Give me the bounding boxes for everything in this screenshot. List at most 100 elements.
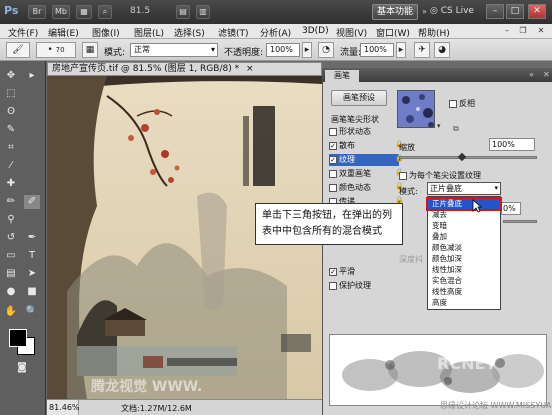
checkbox-invert[interactable] bbox=[449, 99, 457, 108]
tab-brush[interactable]: 画笔 bbox=[325, 70, 359, 82]
clone-stamp-tool-icon[interactable]: ⚲ bbox=[3, 213, 19, 227]
zoom-level[interactable]: 81.5 bbox=[130, 6, 150, 16]
menu-image[interactable]: 图像(I) bbox=[92, 26, 120, 39]
bridge-button[interactable]: Br bbox=[28, 5, 46, 19]
menu-view[interactable]: 视图(V) bbox=[336, 26, 367, 39]
checkbox-dual-brush[interactable] bbox=[329, 169, 337, 178]
zoom-tool-icon[interactable]: ⌕ bbox=[98, 5, 112, 19]
texture-pattern-picker[interactable] bbox=[397, 90, 435, 128]
option-smoothing[interactable]: ✓ 平滑 bbox=[329, 266, 399, 278]
opacity-input[interactable]: 100% bbox=[266, 43, 300, 57]
menu-help[interactable]: 帮助(H) bbox=[418, 26, 450, 39]
brush-picker[interactable]: • 70 bbox=[36, 42, 76, 58]
panel-collapse-icon[interactable]: » bbox=[529, 70, 534, 79]
blend-mode-option[interactable]: 线性加深 bbox=[428, 265, 500, 275]
crop-tool-icon[interactable]: ⌗ bbox=[3, 141, 19, 155]
workspace-chevron-icon[interactable]: » bbox=[422, 7, 427, 16]
quick-select-tool-icon[interactable]: ✎ bbox=[3, 123, 19, 137]
tablet-size-icon[interactable]: ◕ bbox=[434, 42, 450, 58]
brush-tool-preset-icon[interactable]: 🖌 bbox=[6, 42, 30, 58]
airbrush-icon[interactable]: ✈ bbox=[414, 42, 430, 58]
scale-input[interactable]: 100% bbox=[489, 138, 535, 151]
healing-tool-icon[interactable]: ✚ bbox=[3, 177, 19, 191]
checkbox-scattering[interactable]: ✓ bbox=[329, 141, 337, 150]
artboard-icon[interactable]: ▸ bbox=[24, 69, 40, 83]
maximize-button[interactable]: □ bbox=[506, 4, 524, 19]
option-texture[interactable]: ✓ 纹理 bbox=[329, 154, 399, 166]
lasso-tool-icon[interactable]: ʘ bbox=[3, 105, 19, 119]
blend-mode-option[interactable]: 颜色加深 bbox=[428, 254, 500, 264]
cs-live-button[interactable]: ◎ CS Live bbox=[430, 6, 474, 16]
pen-tool-icon[interactable]: ✒ bbox=[24, 231, 40, 245]
scale-slider[interactable] bbox=[399, 156, 537, 159]
option-scattering[interactable]: ✓ 散布 bbox=[329, 140, 399, 152]
each-tip-option[interactable]: 为每个笔尖设置纹理 bbox=[399, 170, 481, 181]
checkbox-protect-texture[interactable] bbox=[329, 281, 337, 290]
brush-tool-active-icon[interactable]: ✐ bbox=[24, 195, 40, 209]
quick-mask-icon[interactable]: ◙ bbox=[14, 361, 30, 375]
brush-panel-toggle-icon[interactable]: ▦ bbox=[82, 42, 98, 58]
dodge-tool-icon[interactable]: ● bbox=[3, 285, 19, 299]
history-brush-tool-icon[interactable]: ↺ bbox=[3, 231, 19, 245]
menu-3d[interactable]: 3D(D) bbox=[302, 26, 329, 36]
blend-mode-option[interactable]: 线性高度 bbox=[428, 287, 500, 297]
option-shape-dynamics[interactable]: 形状动态 bbox=[329, 126, 399, 138]
tablet-opacity-icon[interactable]: ◔ bbox=[318, 42, 334, 58]
type-tool-icon[interactable]: T bbox=[24, 249, 40, 263]
doc-restore-icon[interactable]: ❐ bbox=[516, 25, 530, 37]
menu-window[interactable]: 窗口(W) bbox=[376, 26, 410, 39]
depth-input[interactable]: 0% bbox=[501, 202, 521, 215]
status-zoom[interactable]: 81.46% bbox=[47, 400, 80, 415]
doc-close-icon[interactable]: ✕ bbox=[534, 25, 548, 37]
workspace-button[interactable]: 基本功能 bbox=[372, 4, 418, 20]
menu-select[interactable]: 选择(S) bbox=[174, 26, 205, 39]
path-select-tool-icon[interactable]: ➤ bbox=[24, 267, 40, 281]
flow-slider-icon[interactable]: ▸ bbox=[396, 42, 406, 58]
blend-mode-option[interactable]: 颜色减淡 bbox=[428, 243, 500, 253]
brush-presets-button[interactable]: 画笔预设 bbox=[331, 90, 387, 106]
option-color-dynamics[interactable]: 颜色动态 bbox=[329, 182, 399, 194]
view-extras-button[interactable]: ▦ bbox=[76, 5, 92, 19]
eyedropper-tool-icon[interactable]: ⁄ bbox=[3, 159, 19, 173]
grid-icon[interactable]: ▤ bbox=[176, 5, 190, 19]
zoom-icon[interactable]: 🔍 bbox=[24, 305, 40, 319]
close-icon[interactable]: × bbox=[246, 64, 254, 74]
option-protect-texture[interactable]: 保护纹理 bbox=[329, 280, 399, 292]
menu-filter[interactable]: 滤镜(T) bbox=[218, 26, 249, 39]
blend-mode-option[interactable]: 高度 bbox=[428, 298, 500, 308]
checkbox-texture[interactable]: ✓ bbox=[329, 155, 337, 164]
hand-tool-icon[interactable]: ✋ bbox=[3, 305, 19, 319]
move-tool-icon[interactable]: ✥ bbox=[3, 69, 19, 83]
blend-mode-option[interactable]: 实色混合 bbox=[428, 276, 500, 286]
foreground-color-swatch[interactable] bbox=[9, 329, 27, 347]
option-dual-brush[interactable]: 双重画笔 bbox=[329, 168, 399, 180]
close-button[interactable]: ✕ bbox=[528, 4, 546, 19]
pattern-chevron-icon[interactable]: ▾ bbox=[437, 122, 441, 130]
invert-option[interactable]: 反相 bbox=[449, 98, 475, 109]
eraser-tool-icon[interactable]: ▭ bbox=[3, 249, 19, 263]
checkbox-shape-dynamics[interactable] bbox=[329, 127, 337, 136]
panel-mode-select[interactable]: 正片叠底 ▾ bbox=[427, 182, 501, 195]
flow-input[interactable]: 100% bbox=[360, 43, 394, 57]
brush-tool-icon[interactable]: ✏ bbox=[3, 195, 19, 209]
depth-slider[interactable] bbox=[503, 220, 537, 223]
menu-layer[interactable]: 图层(L) bbox=[134, 26, 164, 39]
checkbox-color-dynamics[interactable] bbox=[329, 183, 337, 192]
minimize-button[interactable]: – bbox=[486, 4, 504, 19]
scale-slider-thumb[interactable] bbox=[457, 152, 467, 162]
blend-mode-option[interactable]: 叠加 bbox=[428, 232, 500, 242]
gradient-tool-icon[interactable]: ▤ bbox=[3, 267, 19, 281]
blend-mode-option[interactable]: 正片叠底 bbox=[426, 197, 502, 211]
menu-file[interactable]: 文件(F) bbox=[8, 26, 38, 39]
marquee-tool-icon[interactable]: ⬚ bbox=[3, 87, 19, 101]
arrange-icon[interactable]: ▥ bbox=[196, 5, 210, 19]
blend-mode-option[interactable]: 减去 bbox=[428, 210, 500, 220]
menu-analysis[interactable]: 分析(A) bbox=[260, 26, 291, 39]
checkbox-each-tip[interactable] bbox=[399, 171, 407, 180]
document-tab[interactable]: 房地产宣传页.tif @ 81.5% (图层 1, RGB/8) * × bbox=[47, 62, 322, 76]
shape-tool-icon[interactable]: ■ bbox=[24, 285, 40, 299]
new-preset-icon[interactable]: ⧉ bbox=[453, 124, 459, 134]
opacity-slider-icon[interactable]: ▸ bbox=[302, 42, 312, 58]
minibridge-button[interactable]: Mb bbox=[52, 5, 70, 19]
blend-mode-select[interactable]: 正常 ▾ bbox=[130, 43, 218, 57]
